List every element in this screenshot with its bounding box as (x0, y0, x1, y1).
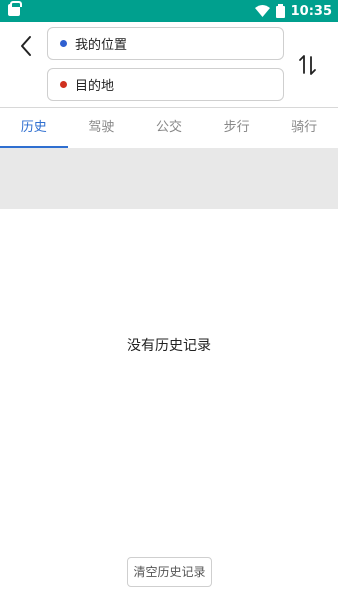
swap-vertical-icon (299, 55, 316, 75)
back-button[interactable] (14, 34, 38, 58)
destination-dot-icon (60, 81, 67, 88)
swap-button[interactable] (296, 52, 320, 78)
destination-value: 目的地 (75, 79, 115, 94)
clear-history-button[interactable]: 清空历史记录 (127, 557, 212, 587)
status-bar: 10:35 (0, 0, 338, 22)
start-location-value: 我的位置 (75, 38, 128, 53)
tab-transit[interactable]: 公交 (135, 108, 203, 148)
empty-history-message: 没有历史记录 (127, 338, 211, 354)
status-right-group: 10:35 (254, 2, 332, 20)
start-dot-icon (60, 40, 67, 47)
tab-driving[interactable]: 驾驶 (68, 108, 136, 148)
tab-history[interactable]: 历史 (0, 108, 68, 148)
status-time: 10:35 (290, 3, 332, 19)
mode-tabs: 历史 驾驶 公交 步行 骑行 (0, 108, 338, 148)
banner-placeholder (0, 148, 338, 209)
chevron-left-icon (21, 36, 31, 56)
route-header: 我的位置 目的地 (0, 22, 338, 108)
start-location-field[interactable]: 我的位置 (47, 27, 284, 60)
tab-cycling[interactable]: 骑行 (270, 108, 338, 148)
tab-walking[interactable]: 步行 (203, 108, 271, 148)
app-notification-icon (8, 1, 22, 16)
battery-icon (275, 4, 285, 18)
route-planner-screen: 10:35 我的位置 目的地 历史 驾驶 公交 步行 骑行 没有历史记录 清空历… (0, 0, 338, 600)
wifi-icon (254, 5, 270, 17)
destination-field[interactable]: 目的地 (47, 68, 284, 101)
